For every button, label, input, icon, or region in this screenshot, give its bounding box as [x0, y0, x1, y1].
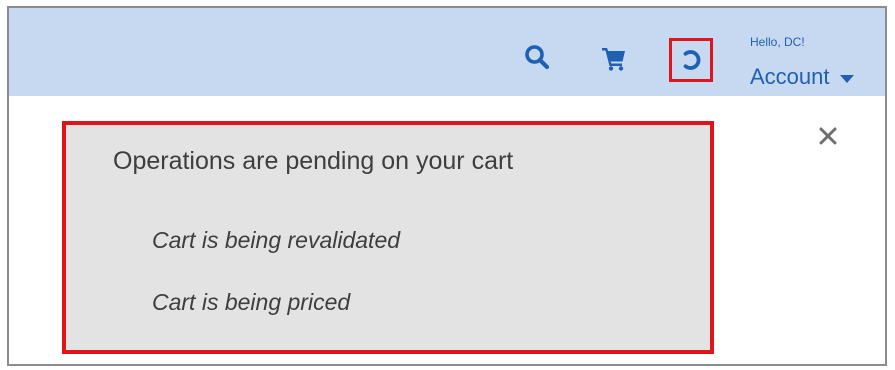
user-greeting: Hello, DC!: [750, 35, 805, 49]
pending-operation-item: Cart is being priced: [152, 289, 351, 315]
account-label: Account: [750, 64, 830, 89]
pending-operations-title: Operations are pending on your cart: [113, 147, 514, 175]
cart-icon: [602, 48, 625, 71]
close-icon: [819, 127, 837, 145]
pending-operations-panel: Operations are pending on your cart Cart…: [62, 121, 714, 354]
screenshot-frame: Hello, DC! Account Operations are pendin…: [7, 6, 887, 366]
pending-operation-item: Cart is being revalidated: [152, 227, 401, 253]
loading-spinner-icon: [683, 50, 701, 70]
caret-down-icon: [839, 64, 854, 90]
close-button[interactable]: [816, 124, 840, 148]
search-button[interactable]: [522, 42, 552, 72]
cart-loading-indicator[interactable]: [669, 38, 713, 82]
site-header: Hello, DC! Account: [9, 8, 885, 96]
account-menu-button[interactable]: Account: [750, 64, 854, 90]
cart-button[interactable]: [599, 43, 629, 73]
search-icon: [525, 45, 550, 70]
